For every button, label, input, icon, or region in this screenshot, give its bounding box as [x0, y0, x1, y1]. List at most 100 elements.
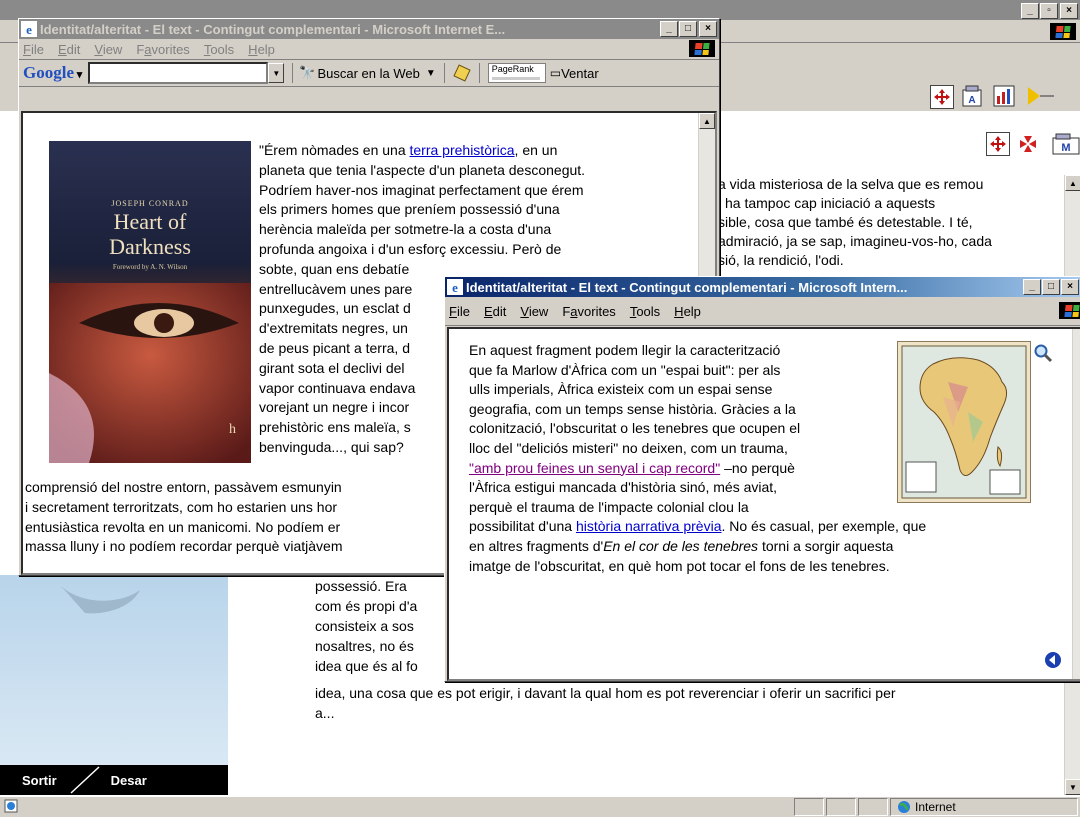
quote-link[interactable]: "amb prou feines un senyal i cap record" [469, 460, 720, 476]
text-line: admiració, ja se sap, imagineu-vos-ho, c… [718, 233, 992, 249]
text-line: en altres fragments d'En el cor de les t… [469, 537, 894, 554]
text-line: imatge de l'obscuritat, en què hom pot t… [469, 557, 890, 574]
menu-edit[interactable]: Edit [58, 42, 80, 57]
text-line: En aquest fragment podem llegir la carac… [469, 342, 781, 358]
google-toolbar: Google ▾ ▼ 🔭 Buscar en la Web ▼ PageRank… [19, 60, 719, 87]
close-button[interactable]: × [699, 21, 717, 37]
main-window-controls: _ ▫ × [1020, 3, 1078, 19]
svg-text:M: M [1061, 142, 1070, 154]
search-dropdown-button[interactable]: ▼ [268, 63, 285, 83]
google-search-input[interactable] [88, 62, 269, 84]
minimize-button[interactable]: _ [660, 21, 678, 37]
text-line: consisteix a sos [315, 618, 414, 634]
buscar-dropdown-icon[interactable]: ▼ [426, 68, 436, 79]
book-title-1: Heart of [113, 209, 187, 234]
ventana-button[interactable]: Ventar [561, 66, 599, 81]
ie-icon: e [21, 21, 37, 37]
sortir-button[interactable]: Sortir [22, 773, 57, 788]
window-2-scrollbar[interactable] [1072, 329, 1080, 679]
text-line: lloc del "deliciós misteri" no deixen, c… [469, 439, 788, 456]
scroll-up-button[interactable]: ▲ [1065, 175, 1080, 191]
highlight-icon[interactable] [453, 64, 471, 82]
text-line: planeta que tenia l'aspecte d'un planeta… [259, 161, 586, 178]
text-line: a vida misteriosa de la selva que es rem… [718, 176, 984, 192]
arrow-right-icon[interactable] [1024, 84, 1054, 108]
scroll-down-button[interactable]: ▼ [1065, 779, 1080, 795]
sidebar-buttons: Sortir Desar [0, 765, 228, 795]
windows-logo-icon [689, 40, 715, 57]
menu-file[interactable]: File [449, 304, 470, 319]
window-2-menubar: File Edit View Favorites Tools Help [445, 297, 1080, 326]
back-arrow-icon[interactable] [1044, 651, 1062, 669]
window-1-titlebar[interactable]: e Identitat/alteritat - El text - Contin… [19, 19, 719, 39]
svg-text:A: A [968, 95, 975, 106]
menu-tools[interactable]: Tools [204, 42, 234, 57]
svg-text:h: h [229, 422, 236, 437]
menu-favorites[interactable]: Favorites [562, 304, 615, 319]
menu-view[interactable]: View [94, 42, 122, 57]
page-icon [4, 799, 18, 813]
text-line: colonització, l'obscuritat o les tenebre… [469, 420, 801, 437]
text-line: "amb prou feines un senyal i cap record"… [469, 459, 795, 476]
google-logo[interactable]: Google ▾ [23, 63, 82, 83]
menu-help[interactable]: Help [248, 42, 275, 57]
expand-icon[interactable] [930, 85, 954, 109]
historia-narrativa-link[interactable]: història narrativa prèvia [576, 518, 722, 534]
menu-tools[interactable]: Tools [630, 304, 660, 319]
window-icon: ▭ [549, 66, 562, 80]
text-line: i ha tampoc cap iniciació a aquests [718, 195, 936, 211]
minimize-button[interactable]: _ [1021, 3, 1039, 19]
text-line: geografia, com un temps sense història. … [469, 400, 796, 417]
face-illustration: h [49, 283, 251, 463]
text-line: idea, una cosa que es pot erigir, i dava… [315, 685, 896, 701]
maximize-button[interactable]: □ [1042, 279, 1060, 295]
minimize-button[interactable]: _ [1023, 279, 1041, 295]
window-2-titlebar[interactable]: e Identitat/alteritat - El text - Contin… [445, 277, 1080, 297]
book-title-2: Darkness [109, 234, 191, 259]
book-cover-image: JOSEPH CONRAD Heart of Darkness Foreword… [49, 141, 251, 463]
book-author: JOSEPH CONRAD [111, 199, 189, 208]
terra-prehistorica-link[interactable]: terra prehistòrica [410, 142, 515, 158]
menu-file[interactable]: File [23, 42, 44, 57]
window-title: Identitat/alteritat - El text - Contingu… [466, 279, 908, 295]
ie-icon: e [447, 279, 463, 295]
svg-text:e: e [26, 22, 32, 37]
window-2: e Identitat/alteritat - El text - Contin… [444, 276, 1080, 682]
text-line: idea que és al fo [315, 658, 418, 674]
pagerank-meter: PageRank [487, 63, 546, 83]
collapse-icon[interactable] [1016, 132, 1040, 156]
chart-icon[interactable] [992, 84, 1016, 108]
text-line: a... [315, 705, 335, 721]
buscar-button[interactable]: Buscar en la Web [317, 66, 419, 81]
book-foreword: Foreword by A. N. Wilson [112, 263, 188, 271]
text-line: Podríem haver-nos imaginat perfectament … [259, 181, 584, 198]
restore-button[interactable]: ▫ [1040, 3, 1058, 19]
building-icon-2[interactable]: M [1050, 132, 1080, 156]
menu-view[interactable]: View [520, 304, 548, 319]
menu-edit[interactable]: Edit [484, 304, 506, 319]
main-window-titlebar [0, 0, 1080, 20]
windows-logo-icon [1050, 23, 1076, 40]
close-button[interactable]: × [1061, 279, 1079, 295]
globe-icon [898, 801, 910, 813]
status-bar: Internet [0, 796, 1080, 817]
text-line: nosaltres, no és [315, 638, 414, 654]
text-line: que fa Marlow d'Àfrica com un "espai bui… [469, 361, 781, 378]
scroll-up-button[interactable]: ▲ [699, 113, 715, 129]
text-line: sió, la rendició, l'odi. [718, 252, 844, 268]
menu-favorites[interactable]: Favorites [136, 42, 189, 57]
svg-text:e: e [452, 280, 458, 295]
text-line: els primers homes que preníem possessió … [259, 201, 560, 218]
building-icon[interactable]: A [960, 84, 984, 108]
menu-help[interactable]: Help [674, 304, 701, 319]
text-line: com és propi d'a [315, 598, 418, 614]
text-line: l'Àfrica estigui mancada d'història sinó… [469, 479, 778, 496]
text-line: herència maleïda per sotmetre-la a costa… [259, 221, 552, 238]
zone-indicator: Internet [890, 798, 1078, 816]
maximize-button[interactable]: □ [679, 21, 697, 37]
expand-icon-2[interactable] [986, 132, 1010, 156]
text-line: possibilitat d'una història narrativa pr… [469, 518, 927, 535]
close-button[interactable]: × [1060, 3, 1078, 19]
desar-button[interactable]: Desar [111, 773, 147, 788]
text-line: ulls imperials, Àfrica existeix com un e… [469, 381, 773, 398]
